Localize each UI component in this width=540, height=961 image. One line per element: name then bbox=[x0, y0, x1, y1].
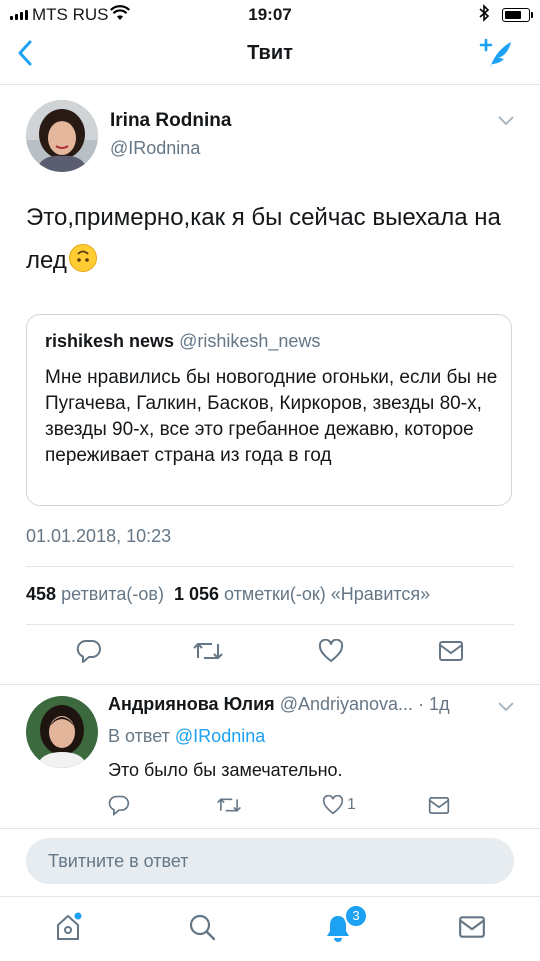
reply-retweet-button[interactable] bbox=[216, 796, 242, 819]
compose-icon bbox=[479, 38, 511, 68]
likes-count[interactable]: 1 056 bbox=[174, 584, 219, 604]
divider bbox=[26, 566, 514, 567]
tab-messages[interactable] bbox=[458, 915, 486, 944]
reply-icon bbox=[76, 639, 101, 663]
envelope-icon bbox=[439, 641, 463, 661]
author-avatar[interactable] bbox=[26, 100, 98, 172]
status-bar: MTS RUS 19:07 bbox=[0, 0, 540, 30]
battery-icon bbox=[502, 8, 533, 22]
retweet-icon bbox=[193, 643, 223, 659]
tweet-text-content: Это,примерно,как я бы сейчас выехала на … bbox=[26, 204, 501, 274]
retweets-label[interactable]: ретвита(-ов) bbox=[61, 584, 164, 604]
quoted-author-handle: @rishikesh_news bbox=[179, 331, 321, 351]
in-reply-prefix: В ответ bbox=[108, 726, 170, 746]
like-button[interactable] bbox=[318, 638, 344, 668]
tweet-timestamp: 01.01.2018, 10:23 bbox=[26, 526, 172, 546]
tweet-menu-chevron-icon[interactable] bbox=[497, 114, 515, 132]
reply-age: · 1д bbox=[418, 694, 450, 714]
retweets-count[interactable]: 458 bbox=[26, 584, 56, 604]
reply-reply-button[interactable] bbox=[108, 794, 130, 821]
tab-home[interactable] bbox=[54, 911, 84, 948]
in-reply-handle-link[interactable]: @IRodnina bbox=[175, 726, 265, 746]
reply-like-button[interactable]: 1 bbox=[322, 795, 356, 815]
tab-search[interactable] bbox=[188, 913, 216, 946]
reply-text: Это было бы замечательно. bbox=[108, 760, 343, 780]
reply-author-avatar[interactable] bbox=[26, 696, 98, 768]
divider bbox=[0, 684, 540, 685]
reply-header: Андриянова Юлия @Andriyanova... · 1д bbox=[108, 694, 450, 715]
reply-icon bbox=[108, 795, 130, 817]
nav-divider bbox=[0, 84, 540, 85]
bluetooth-icon bbox=[478, 4, 490, 27]
page-title: Твит bbox=[247, 42, 293, 64]
reply-dm-button[interactable] bbox=[428, 796, 450, 820]
heart-icon bbox=[318, 638, 344, 662]
notifications-badge: 3 bbox=[344, 904, 368, 928]
direct-message-button[interactable] bbox=[438, 640, 464, 667]
likes-label[interactable]: отметки(-ок) «Нравится» bbox=[224, 584, 430, 604]
search-icon bbox=[189, 914, 216, 941]
tweet-text: Это,примерно,как я бы сейчас выехала на … bbox=[26, 196, 506, 282]
divider bbox=[26, 624, 514, 625]
envelope-icon bbox=[428, 797, 450, 814]
tweet-stats: 458 ретвита(-ов) 1 056 отметки(-ок) «Нра… bbox=[26, 584, 430, 605]
quoted-tweet-text: Мне нравились бы новогодние огоньки, есл… bbox=[45, 367, 498, 466]
author-handle[interactable]: @IRodnina bbox=[110, 138, 200, 159]
reply-author-name[interactable]: Андриянова Юлия bbox=[108, 694, 275, 714]
tweet-actions bbox=[0, 636, 540, 672]
divider bbox=[0, 828, 540, 829]
retweet-icon bbox=[217, 798, 241, 812]
reply-like-count: 1 bbox=[347, 796, 356, 813]
heart-icon bbox=[322, 795, 344, 815]
quoted-author-name: rishikesh news bbox=[45, 331, 175, 351]
reply-input[interactable]: Твитните в ответ bbox=[26, 838, 514, 884]
envelope-icon bbox=[459, 916, 485, 938]
upside-down-face-emoji-icon bbox=[68, 244, 97, 272]
tab-bar bbox=[0, 896, 540, 961]
reply-actions: 1 bbox=[0, 792, 540, 820]
reply-button[interactable] bbox=[76, 638, 102, 669]
reply-author-handle[interactable]: @Andriyanova... bbox=[280, 694, 413, 714]
in-reply-to: В ответ @IRodnina bbox=[108, 726, 265, 747]
retweet-button[interactable] bbox=[192, 640, 224, 667]
reply-menu-chevron-icon[interactable] bbox=[497, 700, 515, 718]
author-name[interactable]: Irina Rodnina bbox=[110, 110, 231, 132]
compose-tweet-button[interactable] bbox=[478, 38, 514, 75]
quoted-tweet-card[interactable]: rishikesh news @rishikesh_news Мне нрави… bbox=[26, 314, 512, 506]
quoted-tweet-header: rishikesh news @rishikesh_news bbox=[45, 331, 320, 352]
status-time: 19:07 bbox=[248, 5, 292, 24]
home-icon bbox=[57, 912, 82, 940]
